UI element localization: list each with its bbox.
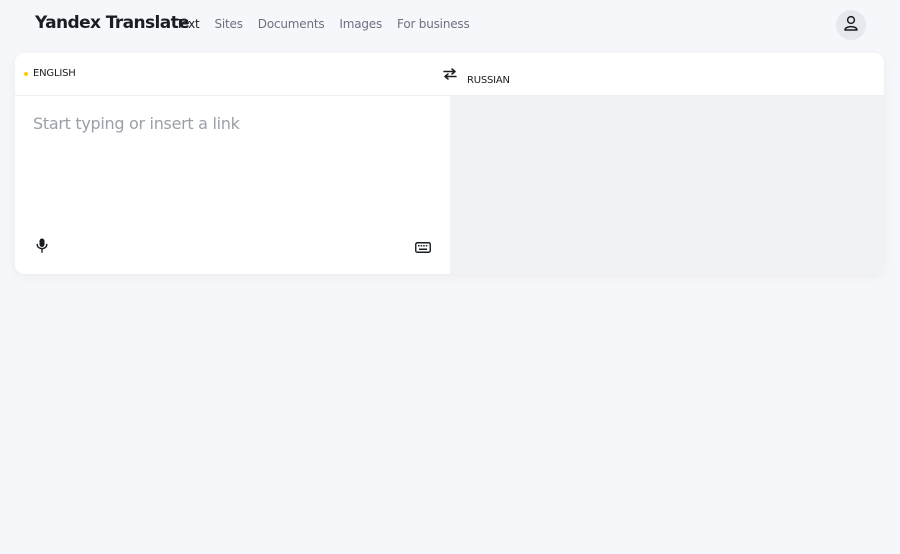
detected-language-dot bbox=[24, 71, 28, 76]
user-avatar-button[interactable] bbox=[836, 10, 866, 40]
source-text-area bbox=[15, 96, 450, 274]
source-language-label: ENGLISH bbox=[33, 68, 76, 79]
header: Yandex Translate Text Sites Documents Im… bbox=[0, 0, 900, 50]
swap-arrows-icon bbox=[443, 65, 457, 84]
translator-panel: ENGLISH RUSSIAN bbox=[15, 53, 884, 274]
user-icon bbox=[844, 15, 858, 35]
target-language-selector[interactable]: RUSSIAN bbox=[467, 68, 510, 87]
target-language-label: RUSSIAN bbox=[467, 75, 510, 86]
language-bar: ENGLISH RUSSIAN bbox=[15, 53, 884, 96]
source-language-selector[interactable]: ENGLISH bbox=[24, 68, 76, 79]
swap-languages-button[interactable] bbox=[441, 66, 459, 82]
nav-item-sites[interactable]: Sites bbox=[214, 17, 242, 31]
microphone-icon bbox=[36, 238, 48, 257]
nav-item-images[interactable]: Images bbox=[339, 17, 382, 31]
keyboard-icon bbox=[414, 238, 431, 257]
logo[interactable]: Yandex Translate bbox=[35, 13, 190, 33]
voice-input-button[interactable] bbox=[35, 238, 49, 257]
nav-item-text[interactable]: Text bbox=[176, 17, 200, 31]
translation-output-area bbox=[450, 96, 884, 274]
source-text-input[interactable] bbox=[33, 114, 433, 224]
nav-item-documents[interactable]: Documents bbox=[258, 17, 325, 31]
main-nav: Text Sites Documents Images For business bbox=[176, 17, 470, 31]
virtual-keyboard-button[interactable] bbox=[414, 241, 431, 253]
nav-item-for-business[interactable]: For business bbox=[397, 17, 470, 31]
